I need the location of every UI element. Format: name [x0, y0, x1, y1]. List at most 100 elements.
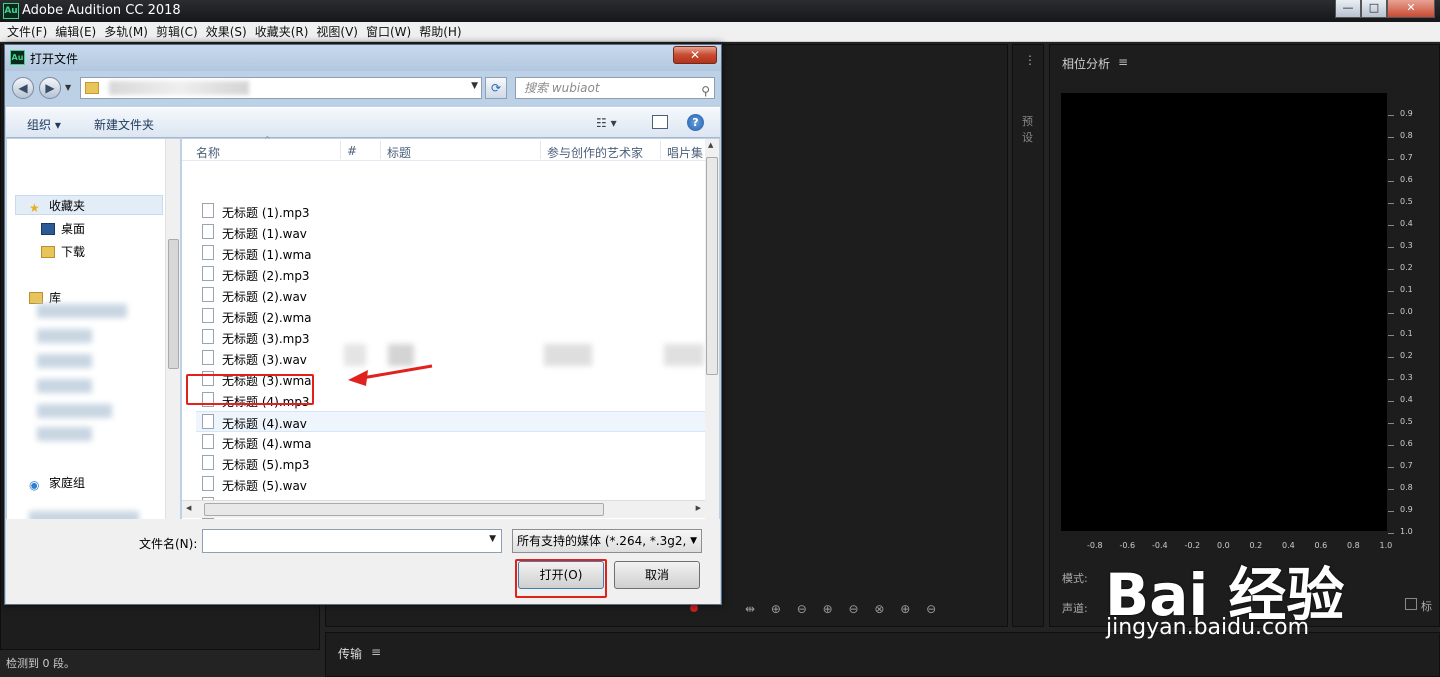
file-rows: 无标题 (1).mp3 无标题 (1).wav 无标题 (1).wma 无标题 (2)… — [182, 139, 705, 547]
scroll-up-icon[interactable]: ▲ — [708, 141, 713, 149]
file-icon — [202, 455, 214, 470]
scroll-right-icon[interactable]: ▶ — [696, 504, 701, 512]
panel-menu-icon[interactable]: ≡ — [1118, 55, 1128, 69]
address-bar[interactable]: ▼ — [80, 77, 482, 99]
y-tick-mark — [1388, 445, 1394, 446]
file-row[interactable]: 无标题 (1).wma — [196, 243, 705, 264]
nav-favorites[interactable]: ★ 收藏夹 — [29, 197, 85, 215]
star-icon: ★ — [29, 201, 40, 215]
download-folder-icon — [41, 246, 55, 258]
side-toolbar: ⋮ 预设 — [1012, 44, 1044, 627]
maximize-button[interactable]: □ — [1361, 0, 1387, 18]
file-row[interactable]: 无标题 (2).wav — [196, 285, 705, 306]
file-name: 无标题 (1).mp3 — [222, 206, 310, 220]
file-row[interactable]: 无标题 (1).wav — [196, 222, 705, 243]
file-row[interactable]: 无标题 (1).mp3 — [196, 201, 705, 222]
menu-view[interactable]: 视图(V) — [312, 23, 362, 40]
file-row[interactable]: 无标题 (5).wav — [196, 474, 705, 495]
panel-menu-icon[interactable]: ≡ — [371, 645, 381, 659]
y-tick-mark — [1388, 159, 1394, 160]
menu-help[interactable]: 帮助(H) — [415, 23, 465, 40]
y-tick-mark — [1388, 291, 1394, 292]
menu-effects[interactable]: 效果(S) — [202, 23, 251, 40]
help-icon[interactable]: ? — [687, 114, 704, 131]
highlight-box-file — [186, 374, 314, 405]
channel-label: 声道: — [1062, 602, 1088, 615]
y-tick-mark — [1388, 489, 1394, 490]
file-icon — [202, 287, 214, 302]
redacted-item — [37, 354, 92, 368]
record-icon[interactable] — [690, 604, 698, 612]
nav-homegroup[interactable]: ◉ 家庭组 — [29, 474, 85, 492]
file-vertical-scrollbar[interactable]: ▲ ▼ — [705, 139, 719, 547]
y-tick-mark — [1388, 467, 1394, 468]
file-horizontal-scrollbar[interactable]: ◀ ▶ — [182, 500, 705, 518]
chevron-down-icon[interactable]: ▼ — [489, 534, 496, 544]
minimize-button[interactable]: — — [1335, 0, 1361, 18]
y-tick-mark — [1388, 511, 1394, 512]
file-row[interactable]: 无标题 (2).mp3 — [196, 264, 705, 285]
y-tick-mark — [1388, 357, 1394, 358]
filetype-select[interactable]: 所有支持的媒体 (*.264, *.3g2, ▼ — [512, 529, 702, 553]
file-row[interactable]: 无标题 (5).mp3 — [196, 453, 705, 474]
nav-downloads[interactable]: 下载 — [41, 243, 85, 260]
chevron-down-icon[interactable]: ▼ — [690, 530, 697, 552]
file-icon — [202, 203, 214, 218]
file-row[interactable]: 无标题 (4).wav — [196, 411, 705, 432]
nav-scroll-thumb[interactable] — [168, 239, 179, 369]
nav-scrollbar[interactable] — [165, 139, 180, 560]
file-row[interactable]: 无标题 (2).wma — [196, 306, 705, 327]
app-titlebar: Au Adobe Audition CC 2018 — □ ✕ — [0, 0, 1440, 22]
cancel-button[interactable]: 取消 — [614, 561, 700, 589]
close-window-button[interactable]: ✕ — [1387, 0, 1435, 18]
refresh-icon[interactable]: ⟳ — [485, 77, 507, 99]
file-row[interactable]: 无标题 (3).mp3 — [196, 327, 705, 348]
filename-input[interactable]: ▼ — [202, 529, 502, 553]
option-checkbox[interactable] — [1405, 598, 1417, 610]
zoom-toolbar[interactable]: ⇹ ⊕ ⊖ ⊕ ⊖ ⊗ ⊕ ⊖ — [745, 602, 942, 616]
file-name: 无标题 (4).wma — [222, 437, 312, 451]
y-tick-label: 0.4 — [1400, 219, 1413, 228]
y-tick-label: 0.7 — [1400, 153, 1413, 162]
file-row[interactable]: 无标题 (3).wav — [196, 348, 705, 369]
search-icon[interactable]: ⚲ — [701, 81, 710, 101]
menu-file[interactable]: 文件(F) — [3, 23, 51, 40]
scroll-left-icon[interactable]: ◀ — [186, 504, 191, 512]
file-name: 无标题 (4).wav — [222, 417, 307, 431]
file-row[interactable]: 无标题 (4).wma — [196, 432, 705, 453]
y-tick-label: 0.5 — [1400, 197, 1413, 206]
x-tick-label: 1.0 — [1379, 541, 1393, 550]
y-tick-mark — [1388, 269, 1394, 270]
dialog-close-button[interactable]: ✕ — [673, 46, 717, 64]
more-icon[interactable]: ⋮ — [1024, 53, 1036, 67]
file-icon — [202, 476, 214, 491]
menu-favorites[interactable]: 收藏夹(R) — [251, 23, 313, 40]
y-tick-label: 0.2 — [1400, 351, 1413, 360]
x-tick-label: -0.8 — [1087, 541, 1103, 550]
menu-window[interactable]: 窗口(W) — [362, 23, 415, 40]
mode-label: 模式: — [1062, 572, 1088, 585]
menu-clip[interactable]: 剪辑(C) — [152, 23, 202, 40]
forward-arrow-icon[interactable]: ▶ — [39, 77, 61, 99]
chevron-down-icon[interactable]: ▼ — [471, 81, 478, 91]
search-placeholder: 搜索 wubiaot — [524, 81, 600, 95]
y-tick-label: 0.6 — [1400, 439, 1413, 448]
nav-desktop[interactable]: 桌面 — [41, 220, 85, 237]
annotation-arrow-icon — [348, 364, 433, 386]
menu-multitrack[interactable]: 多轨(M) — [100, 23, 152, 40]
history-dropdown-icon[interactable]: ▼ — [65, 83, 71, 92]
redacted-item — [37, 379, 92, 393]
y-tick-label: 0.3 — [1400, 241, 1413, 250]
back-arrow-icon[interactable]: ◀ — [12, 77, 34, 99]
new-folder-button[interactable]: 新建文件夹 — [94, 116, 154, 133]
preview-pane-icon[interactable] — [652, 115, 668, 129]
search-input[interactable]: 搜索 wubiaot ⚲ — [515, 77, 715, 99]
menu-edit[interactable]: 编辑(E) — [51, 23, 100, 40]
y-tick-label: 0.8 — [1400, 483, 1413, 492]
organize-button[interactable]: 组织 ▾ — [27, 116, 61, 133]
file-name: 无标题 (1).wav — [222, 227, 307, 241]
view-options-icon[interactable]: ☷ ▾ — [596, 116, 617, 130]
file-scroll-thumb[interactable] — [706, 157, 718, 375]
navigation-pane: ★ 收藏夹 桌面 下载 库 ◉ 家庭组 — [7, 139, 180, 560]
horizontal-scroll-thumb[interactable] — [204, 503, 604, 516]
